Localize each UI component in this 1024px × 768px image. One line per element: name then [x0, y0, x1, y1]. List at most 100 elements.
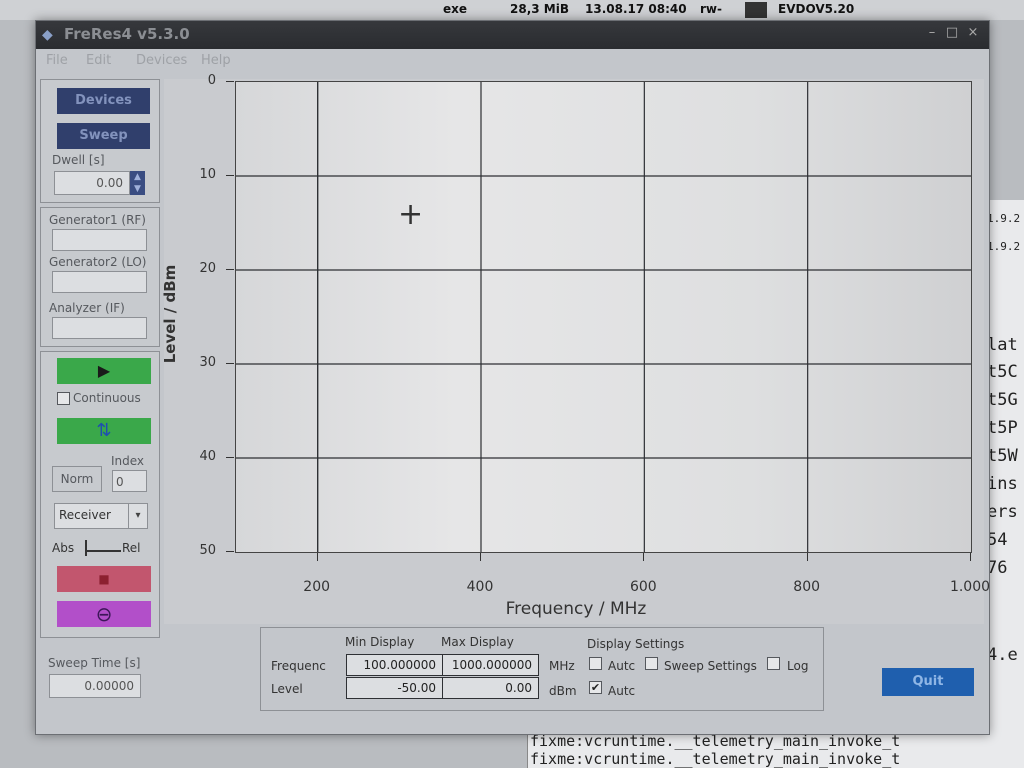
norm-button[interactable]: Norm: [52, 466, 102, 492]
display-settings-header: Display Settings: [587, 637, 685, 651]
log-checkbox[interactable]: [767, 657, 780, 670]
minimize-button[interactable]: –: [924, 25, 940, 41]
dwell-label: Dwell [s]: [52, 153, 105, 167]
analyzer-label: Analyzer (IF): [49, 301, 125, 315]
y-tick-mark: [226, 269, 234, 270]
x-tick-mark: [970, 553, 971, 561]
play-icon: ▶: [97, 361, 111, 380]
x-axis-label: Frequency / MHz: [505, 599, 647, 619]
taskbar-col-size: 28,3 MiB: [510, 2, 569, 16]
bg-line: fixme:vcruntime.__telemetry_main_invoke_…: [530, 750, 901, 768]
bg-line: 1.9.2: [987, 240, 1021, 253]
maximize-button[interactable]: □: [944, 25, 960, 41]
close-button[interactable]: ×: [965, 25, 981, 41]
bg-line: 4.e: [987, 645, 1018, 665]
mode-select[interactable]: Receiver ▾: [54, 503, 148, 529]
sweep-settings-checkbox[interactable]: [645, 657, 658, 670]
mode-select-value: Receiver: [59, 508, 111, 522]
window-title: FreRes4 v5.3.0: [64, 25, 190, 43]
rel-label: Rel: [122, 541, 141, 555]
auto-level-checkbox[interactable]: ✔: [589, 681, 602, 694]
x-tick-mark: [806, 553, 808, 561]
start-button[interactable]: ▶: [57, 358, 151, 384]
x-tick-label: 800: [793, 579, 821, 595]
background-terminal-bottom: fixme:vcruntime.__telemetry_main_invoke_…: [527, 730, 1024, 768]
level-min-input[interactable]: -50.00: [346, 677, 443, 699]
freq-unit: MHz: [549, 659, 575, 673]
abs-rel-switch[interactable]: [85, 540, 121, 556]
taskbar-col-exe: exe: [443, 2, 468, 16]
taskbar-app[interactable]: EVDOV5.20: [778, 2, 854, 16]
x-tick-label: 600: [629, 579, 657, 595]
sweep-button[interactable]: Sweep: [57, 123, 150, 149]
sweep-settings-label: Sweep Settings: [664, 659, 757, 673]
crosshair-cursor-icon: +: [398, 197, 424, 232]
refresh-button[interactable]: ⇅: [57, 418, 151, 444]
x-tick-mark: [643, 553, 645, 561]
max-display-header: Max Display: [441, 635, 514, 649]
menu-file[interactable]: File: [46, 53, 68, 68]
main-window: ◆ FreRes4 v5.3.0 – □ × File Edit Devices…: [35, 20, 990, 735]
checkmark-icon: ✔: [590, 681, 601, 694]
y-tick-label: 10: [199, 167, 216, 182]
level-max-input[interactable]: 0.00: [442, 677, 539, 699]
bg-line: t5C: [987, 362, 1018, 382]
analyzer-field[interactable]: [52, 317, 147, 339]
sweep-time-field: 0.00000: [49, 674, 141, 698]
x-tick-label: 400: [466, 579, 494, 595]
continuous-label: Continuous: [73, 391, 141, 405]
y-tick-mark: [226, 81, 234, 82]
refresh-icon: ⇅: [96, 420, 112, 441]
display-settings-panel: Min Display Max Display Display Settings…: [260, 627, 824, 711]
stop-icon: ■: [98, 572, 110, 586]
index-label: Index: [111, 454, 145, 468]
y-tick-label: 20: [199, 261, 216, 276]
y-tick-label: 30: [199, 355, 216, 370]
menu-edit[interactable]: Edit: [86, 53, 111, 68]
auto-freq-label: Autc: [608, 659, 636, 673]
dwell-spinner[interactable]: ▲ ▼: [130, 171, 145, 195]
quit-button[interactable]: Quit: [882, 668, 974, 696]
abs-label: Abs: [52, 541, 75, 555]
bg-line: t5W: [987, 446, 1018, 466]
menu-bar: File Edit Devices Help: [36, 49, 989, 71]
taskbar-col-date: 13.08.17 08:40: [585, 2, 687, 16]
bg-line: ins: [987, 474, 1018, 494]
dwell-input[interactable]: 0.00: [54, 171, 130, 195]
generator1-field[interactable]: [52, 229, 147, 251]
devices-button[interactable]: Devices: [57, 88, 150, 114]
minus-circle-icon: ⊖: [95, 602, 113, 626]
sweep-time-label: Sweep Time [s]: [48, 656, 141, 670]
freq-min-input[interactable]: 100.000000: [346, 654, 443, 676]
plot-grid: [236, 82, 971, 552]
y-tick-label: 50: [199, 543, 216, 558]
log-label: Log: [787, 659, 809, 673]
freq-max-input[interactable]: 1000.000000: [442, 654, 539, 676]
menu-help[interactable]: Help: [201, 53, 231, 68]
taskbar: exe 28,3 MiB 13.08.17 08:40 rw- EVDOV5.2…: [0, 0, 1024, 20]
device-group: Generator1 (RF) Generator2 (LO) Analyzer…: [40, 207, 160, 347]
continuous-checkbox[interactable]: [57, 392, 70, 405]
generator2-label: Generator2 (LO): [49, 255, 147, 269]
y-tick-label: 40: [199, 449, 216, 464]
generator2-field[interactable]: [52, 271, 147, 293]
auto-freq-checkbox[interactable]: [589, 657, 602, 670]
bg-line: 76: [987, 558, 1008, 578]
generator1-label: Generator1 (RF): [49, 213, 146, 227]
bg-line: 54: [987, 530, 1008, 550]
background-terminal: 1.9.2 1.9.2 lat t5C t5G t5P t5W ins ers …: [985, 200, 1024, 768]
app-icon[interactable]: [745, 2, 767, 18]
x-tick-mark: [316, 553, 318, 561]
clear-button[interactable]: ⊖: [57, 601, 151, 627]
taskbar-col-perm: rw-: [700, 2, 722, 16]
x-tick-label: 1.000: [949, 579, 991, 595]
index-input[interactable]: 0: [112, 470, 147, 492]
plot-area[interactable]: +: [235, 81, 972, 553]
x-tick-mark: [480, 553, 481, 561]
sweep-control-group: Devices Sweep Dwell [s] 0.00 ▲ ▼: [40, 79, 160, 203]
y-axis-label: Level / dBm: [161, 264, 179, 364]
auto-level-label: Autc: [608, 684, 636, 698]
stop-button[interactable]: ■: [57, 566, 151, 592]
title-bar[interactable]: ◆ FreRes4 v5.3.0 – □ ×: [36, 21, 989, 49]
menu-devices[interactable]: Devices: [136, 53, 187, 68]
